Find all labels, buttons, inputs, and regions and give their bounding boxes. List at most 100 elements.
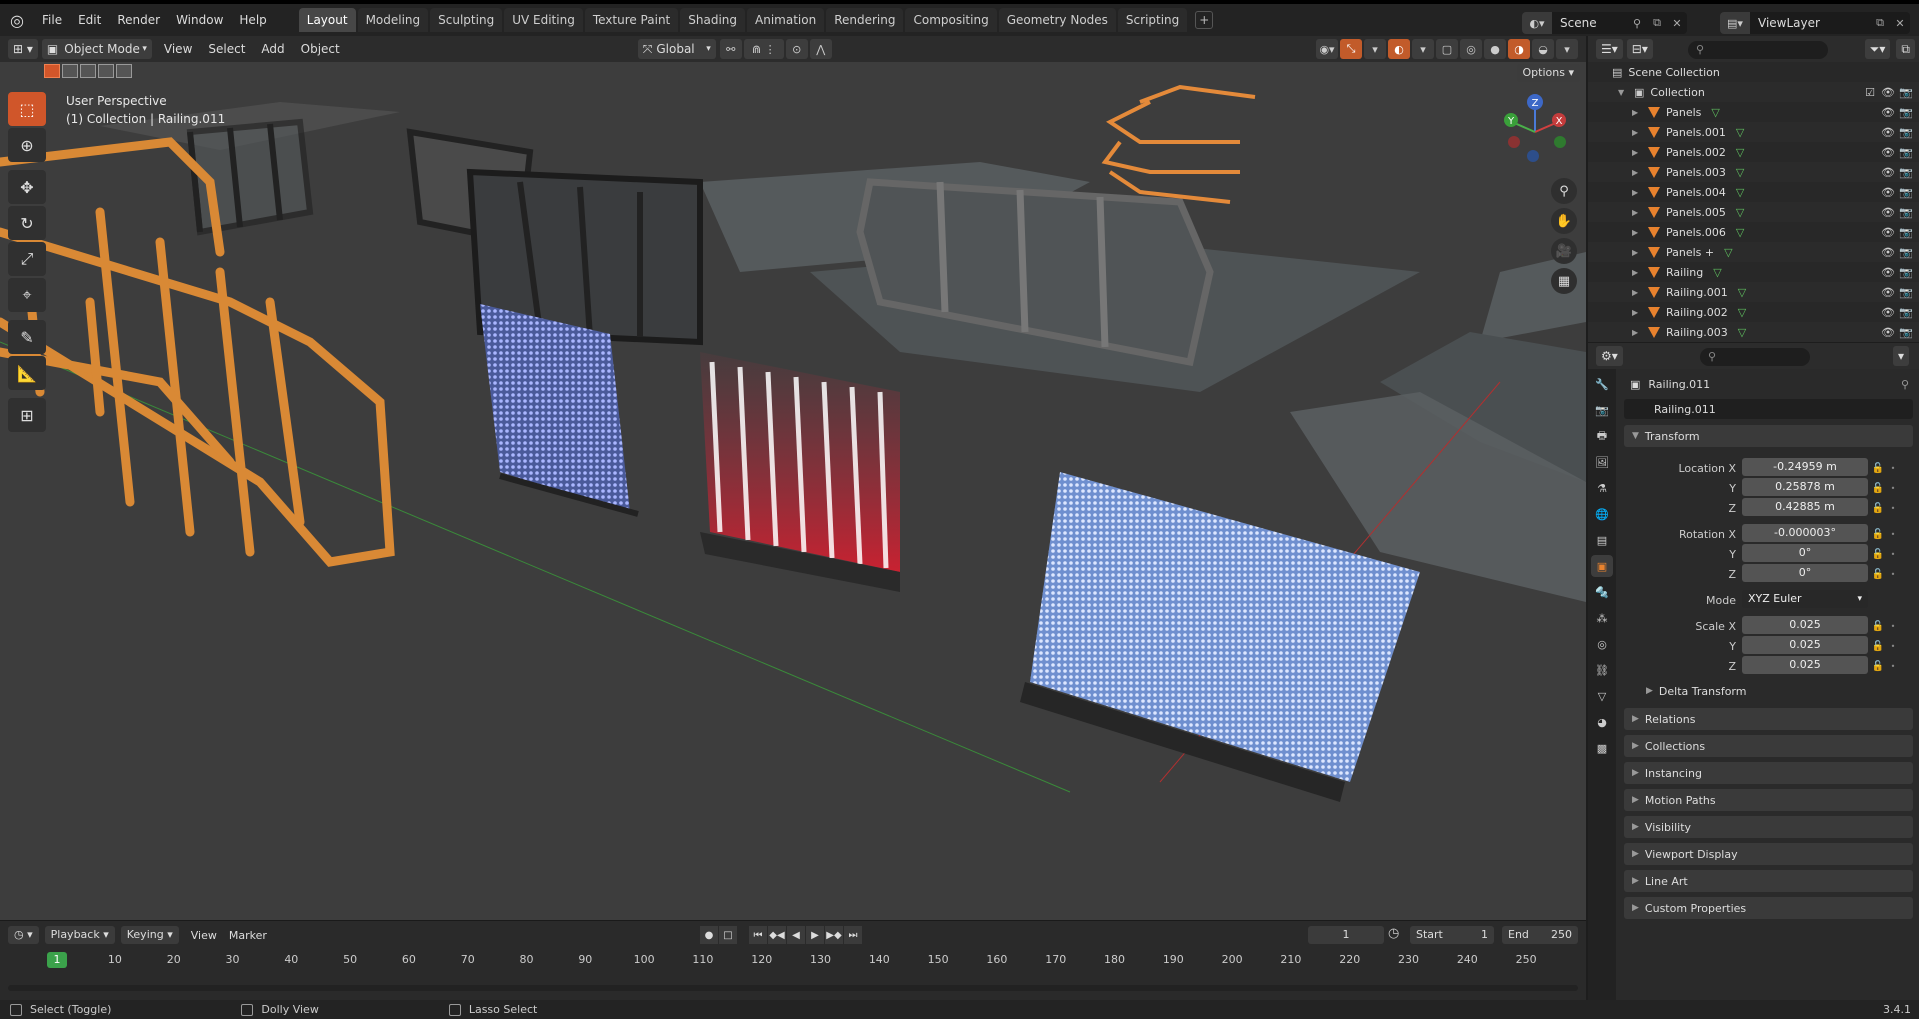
- record-icon[interactable]: ●: [700, 926, 718, 944]
- material-shading-icon[interactable]: ◑: [1508, 39, 1530, 59]
- eye-icon[interactable]: 👁: [1881, 326, 1895, 339]
- camera-icon[interactable]: 📷: [1899, 266, 1913, 279]
- gizmo-icon[interactable]: ⤡: [1340, 39, 1362, 59]
- camera-icon[interactable]: 📷: [1899, 146, 1913, 159]
- menu-add[interactable]: Add: [253, 42, 292, 56]
- outliner-object-row[interactable]: ▶ Railing.003 ▽ 👁 📷: [1588, 322, 1919, 342]
- object-name-field[interactable]: Railing.011: [1624, 399, 1913, 419]
- delta-transform-subpanel[interactable]: ▶ Delta Transform: [1624, 680, 1913, 702]
- tab-texture-paint[interactable]: Texture Paint: [584, 8, 679, 32]
- menu-render[interactable]: Render: [109, 8, 168, 32]
- expand-arrow-icon[interactable]: ▶: [1632, 208, 1642, 217]
- overlay-icon[interactable]: ◐: [1388, 39, 1410, 59]
- collection-tab-icon[interactable]: ▤: [1591, 529, 1613, 551]
- eye-icon[interactable]: 👁: [1881, 226, 1895, 239]
- solid-shading-icon[interactable]: ●: [1484, 39, 1506, 59]
- add-workspace-button[interactable]: +: [1195, 11, 1214, 29]
- transform-tool-icon[interactable]: ⌖: [8, 278, 46, 312]
- properties-editor-type-button[interactable]: ⚙▾: [1596, 346, 1623, 366]
- timeline-menu-marker[interactable]: Marker: [223, 929, 273, 942]
- properties-search-input[interactable]: ⚲: [1700, 348, 1810, 366]
- eye-icon[interactable]: 👁: [1881, 246, 1895, 259]
- new-collection-button[interactable]: ⧉: [1896, 39, 1915, 59]
- lock-icon[interactable]: 🔓: [1868, 529, 1888, 540]
- pin-icon[interactable]: ⚲: [1627, 12, 1647, 34]
- camera-icon[interactable]: 📷: [1899, 186, 1913, 199]
- camera-icon[interactable]: 📷: [1899, 206, 1913, 219]
- menu-edit[interactable]: Edit: [70, 8, 109, 32]
- expand-arrow-icon[interactable]: ▶: [1632, 328, 1642, 337]
- 3d-viewport[interactable]: ⊞ ▾ ▣ Object Mode ▾ View Select Add Obje…: [0, 36, 1586, 920]
- pan-hand-icon[interactable]: ✋: [1551, 208, 1577, 234]
- new-view-layer-icon[interactable]: ⧉: [1870, 12, 1890, 34]
- rendered-shading-icon[interactable]: ◒: [1532, 39, 1554, 59]
- panel-header-line-art[interactable]: ▶ Line Art: [1624, 870, 1913, 892]
- playback-dropdown[interactable]: Playback ▾: [44, 926, 115, 944]
- keyframe-dot-icon[interactable]: •: [1888, 622, 1898, 631]
- tab-sculpting[interactable]: Sculpting: [430, 8, 503, 32]
- expand-arrow-icon[interactable]: ▶: [1632, 188, 1642, 197]
- panel-header-custom-properties[interactable]: ▶ Custom Properties: [1624, 897, 1913, 919]
- rotate-tool-icon[interactable]: ↻: [8, 206, 46, 240]
- keyframe-dot-icon[interactable]: •: [1888, 464, 1898, 473]
- menu-window[interactable]: Window: [168, 8, 231, 32]
- panel-header-motion-paths[interactable]: ▶ Motion Paths: [1624, 789, 1913, 811]
- add-cube-tool-icon[interactable]: ⊞: [8, 398, 46, 432]
- transform-panel-header[interactable]: ▼ Transform: [1624, 425, 1913, 447]
- proportional-edit-icon[interactable]: ⊙: [785, 39, 808, 59]
- expand-arrow-icon[interactable]: ▶: [1632, 308, 1642, 317]
- tab-scripting[interactable]: Scripting: [1117, 8, 1188, 32]
- frame-ruler[interactable]: 1 10 20 30 40 50 60 70 80 90 100 110 120 130 140 150 16…: [0, 952, 1586, 973]
- pin-icon[interactable]: ⚲: [1901, 378, 1909, 391]
- camera-icon[interactable]: 📷: [1899, 86, 1913, 99]
- outliner-search-input[interactable]: ⚲: [1688, 41, 1828, 59]
- camera-icon[interactable]: 📷: [1899, 286, 1913, 299]
- eye-icon[interactable]: 👁: [1881, 126, 1895, 139]
- menu-help[interactable]: Help: [231, 8, 274, 32]
- lock-icon[interactable]: 🔓: [1868, 621, 1888, 632]
- keyframe-dot-icon[interactable]: •: [1888, 570, 1898, 579]
- auto-key-icon[interactable]: □: [719, 926, 737, 944]
- camera-icon[interactable]: 📷: [1899, 306, 1913, 319]
- eye-icon[interactable]: 👁: [1881, 306, 1895, 319]
- panel-header-instancing[interactable]: ▶ Instancing: [1624, 762, 1913, 784]
- tool-tab-icon[interactable]: 🔧: [1591, 373, 1613, 395]
- current-frame-indicator[interactable]: 1: [47, 952, 67, 968]
- tab-animation[interactable]: Animation: [747, 8, 825, 32]
- outliner-object-row[interactable]: ▶ Panels.006 ▽ 👁 📷: [1588, 222, 1919, 242]
- measure-tool-icon[interactable]: 📐: [8, 356, 46, 390]
- menu-view[interactable]: View: [156, 42, 200, 56]
- gizmo-dropdown-icon[interactable]: ▾: [1364, 39, 1386, 59]
- outliner-object-row[interactable]: ▶ Panels.003 ▽ 👁 📷: [1588, 162, 1919, 182]
- camera-icon[interactable]: 📷: [1899, 166, 1913, 179]
- scale-tool-icon[interactable]: ⤢: [8, 242, 46, 276]
- panel-header-collections[interactable]: ▶ Collections: [1624, 735, 1913, 757]
- collection-row[interactable]: ▼ ▣ Collection ☑ 👁 📷: [1588, 82, 1919, 102]
- keyframe-dot-icon[interactable]: •: [1888, 662, 1898, 671]
- camera-icon[interactable]: 📷: [1899, 326, 1913, 339]
- timeline-scrollbar[interactable]: [8, 985, 1578, 991]
- camera-icon[interactable]: 📷: [1899, 226, 1913, 239]
- falloff-icon[interactable]: ⋀: [809, 39, 832, 59]
- outliner-object-row[interactable]: ▶ Panels.002 ▽ 👁 📷: [1588, 142, 1919, 162]
- keyframe-dot-icon[interactable]: •: [1888, 642, 1898, 651]
- outliner-object-row[interactable]: ▶ Railing.001 ▽ 👁 📷: [1588, 282, 1919, 302]
- jump-end-icon[interactable]: ⏭: [844, 926, 862, 944]
- expand-arrow-icon[interactable]: ▶: [1632, 288, 1642, 297]
- eye-icon[interactable]: 👁: [1881, 266, 1895, 279]
- neg-y-handle[interactable]: [1554, 136, 1566, 148]
- camera-view-icon[interactable]: 🎥: [1551, 238, 1577, 264]
- rotation-z-field[interactable]: 0°: [1742, 564, 1868, 582]
- lock-icon[interactable]: 🔓: [1868, 463, 1888, 474]
- new-scene-icon[interactable]: ⧉: [1647, 12, 1667, 34]
- eye-icon[interactable]: 👁: [1881, 186, 1895, 199]
- select-subtract-icon[interactable]: [80, 64, 96, 78]
- navigation-gizmo[interactable]: Z X Y: [1500, 90, 1570, 170]
- outliner-object-row[interactable]: ▶ Panels.001 ▽ 👁 📷: [1588, 122, 1919, 142]
- clock-icon[interactable]: ◷: [1388, 926, 1406, 944]
- view-layer-selector[interactable]: ▤▾ ViewLayer ⧉ ✕: [1720, 12, 1910, 34]
- move-tool-icon[interactable]: ✥: [8, 170, 46, 204]
- delete-scene-icon[interactable]: ✕: [1667, 12, 1687, 34]
- wireframe-shading-icon[interactable]: ◎: [1460, 39, 1482, 59]
- expand-arrow-icon[interactable]: ▼: [1618, 88, 1628, 97]
